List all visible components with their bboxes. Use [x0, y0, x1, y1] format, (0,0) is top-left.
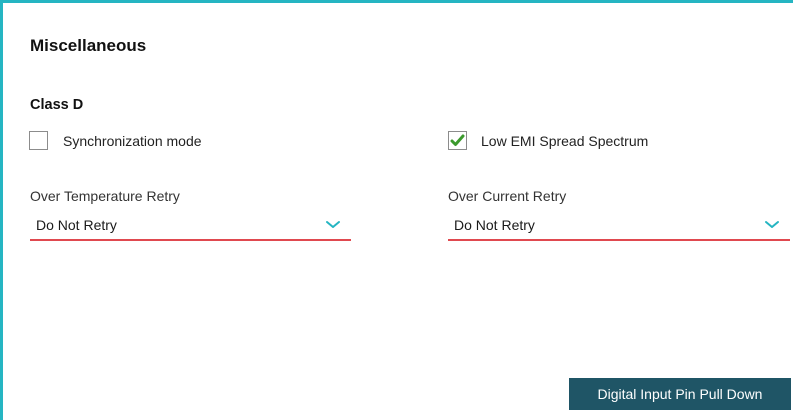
digital-input-pin-pull-down-button[interactable]: Digital Input Pin Pull Down [569, 378, 791, 410]
over-temperature-retry-label: Over Temperature Retry [30, 188, 180, 204]
checkbox-box[interactable] [29, 131, 48, 150]
over-current-retry-select[interactable]: Do Not Retry [448, 211, 790, 241]
low-emi-spread-spectrum-checkbox[interactable]: Low EMI Spread Spectrum [448, 131, 648, 150]
over-temperature-retry-select[interactable]: Do Not Retry [30, 211, 351, 241]
group-title-class-d: Class D [30, 97, 84, 113]
checkbox-label: Low EMI Spread Spectrum [481, 132, 649, 149]
miscellaneous-panel: Miscellaneous Class D Synchronization mo… [0, 0, 793, 420]
synchronization-mode-checkbox[interactable]: Synchronization mode [29, 131, 202, 150]
checkbox-label: Synchronization mode [63, 132, 202, 149]
checkbox-box[interactable] [448, 131, 467, 150]
section-title: Miscellaneous [30, 36, 147, 55]
chevron-down-icon[interactable] [764, 218, 780, 230]
select-value: Do Not Retry [36, 217, 117, 233]
over-current-retry-label: Over Current Retry [448, 188, 567, 204]
checkmark-icon [450, 134, 465, 146]
chevron-down-icon[interactable] [325, 218, 341, 230]
select-value: Do Not Retry [454, 217, 535, 233]
